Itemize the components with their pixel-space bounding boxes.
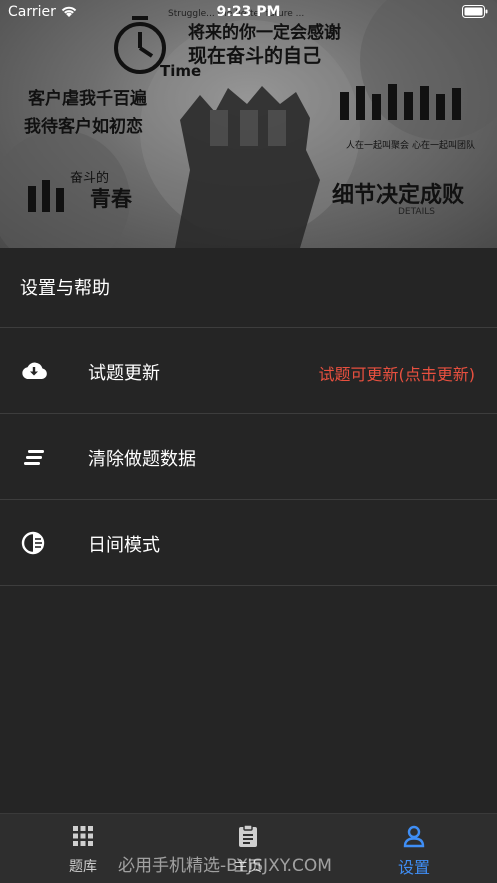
clear-data-row[interactable]: 清除做题数据 [0,414,497,500]
clipboard-icon [239,824,257,847]
banner-line2: 现在奋斗的自己 [188,44,321,67]
tab-settings-label: 设置 [397,858,430,877]
person-icon [403,825,425,848]
clear-lines-icon [24,450,44,465]
tab-settings[interactable]: 设置 [354,814,474,883]
settings-section-title: 设置与帮助 [20,278,110,299]
grid-icon [73,826,93,846]
banner-left-line1: 客户虐我千百遍 [27,88,148,109]
banner-left-line2: 我待客户如初恋 [24,116,143,137]
battery-icon [462,5,488,18]
contrast-icon [21,531,45,555]
day-mode-label: 日间模式 [88,535,160,556]
banner-time-word: Time [160,62,201,80]
status-bar: Carrier 9:23 PM [0,0,497,24]
stopwatch-graphic [114,16,166,74]
banner-line1: 将来的你一定会感谢 [188,22,341,43]
cloud-download-icon [22,362,47,379]
banner-left-line4: 青春 [90,187,133,211]
status-time: 9:23 PM [216,4,281,20]
banner-left-line3: 奋斗的 [70,170,109,186]
watermark-text: 必用手机精选-BYJSJXY.COM [118,856,332,876]
banner-right-line2: 心在一起叫团队 [412,139,475,151]
fist-graphic [175,86,320,248]
clear-data-label: 清除做题数据 [88,449,196,470]
day-mode-row[interactable]: 日间模式 [0,500,497,586]
update-available-note[interactable]: 试题可更新(点击更新) [319,361,476,385]
update-questions-row[interactable]: 试题更新 试题可更新(点击更新) [0,328,497,414]
banner-right-line4: DETAILS [398,207,435,217]
header-banner-image: Struggle... the better future ... 将来的你一定… [0,0,497,248]
update-questions-label: 试题更新 [88,363,160,384]
banner-right-line3: 细节决定成败 [332,182,464,208]
settings-section-header: 设置与帮助 [0,248,497,328]
banner-right-line1: 人在一起叫聚会 [346,139,409,151]
